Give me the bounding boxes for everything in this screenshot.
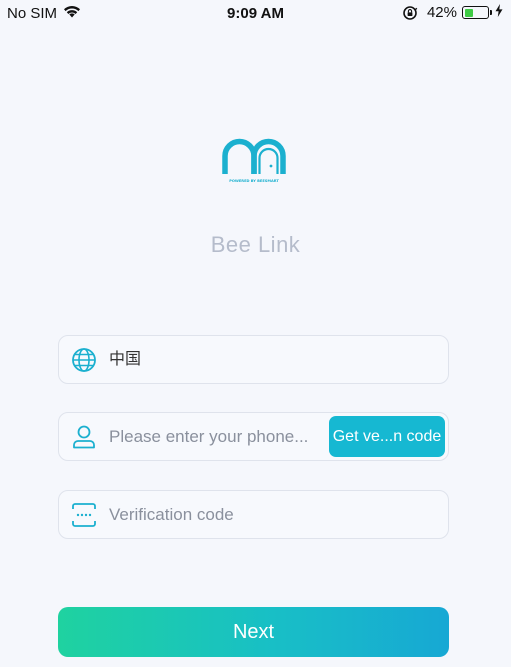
verification-code-icon xyxy=(72,503,96,527)
region-selector[interactable]: 中国 xyxy=(58,335,449,384)
app-title: Bee Link xyxy=(210,232,301,257)
battery-icon xyxy=(462,6,489,19)
phone-input[interactable] xyxy=(109,413,329,460)
app-logo: POWERED BY BEESMART xyxy=(222,136,286,200)
verification-code-field xyxy=(58,490,449,539)
verification-code-input[interactable] xyxy=(109,491,429,538)
get-verification-code-button[interactable]: Get ve...n code xyxy=(329,416,445,457)
battery-percent: 42% xyxy=(426,4,457,21)
battery-fill xyxy=(464,8,474,17)
logo-caption: POWERED BY BEESMART xyxy=(229,179,279,183)
orientation-lock-icon xyxy=(403,5,418,20)
status-bar: No SIM 9:09 AM 42% xyxy=(0,0,511,28)
region-value: 中国 xyxy=(109,351,142,368)
charging-icon xyxy=(495,4,503,21)
next-button[interactable]: Next xyxy=(58,607,449,657)
battery-cap xyxy=(490,10,492,15)
status-right: 42% xyxy=(402,4,503,21)
globe-icon xyxy=(72,348,96,372)
phone-field: Get ve...n code xyxy=(58,412,449,461)
user-icon xyxy=(73,425,95,449)
